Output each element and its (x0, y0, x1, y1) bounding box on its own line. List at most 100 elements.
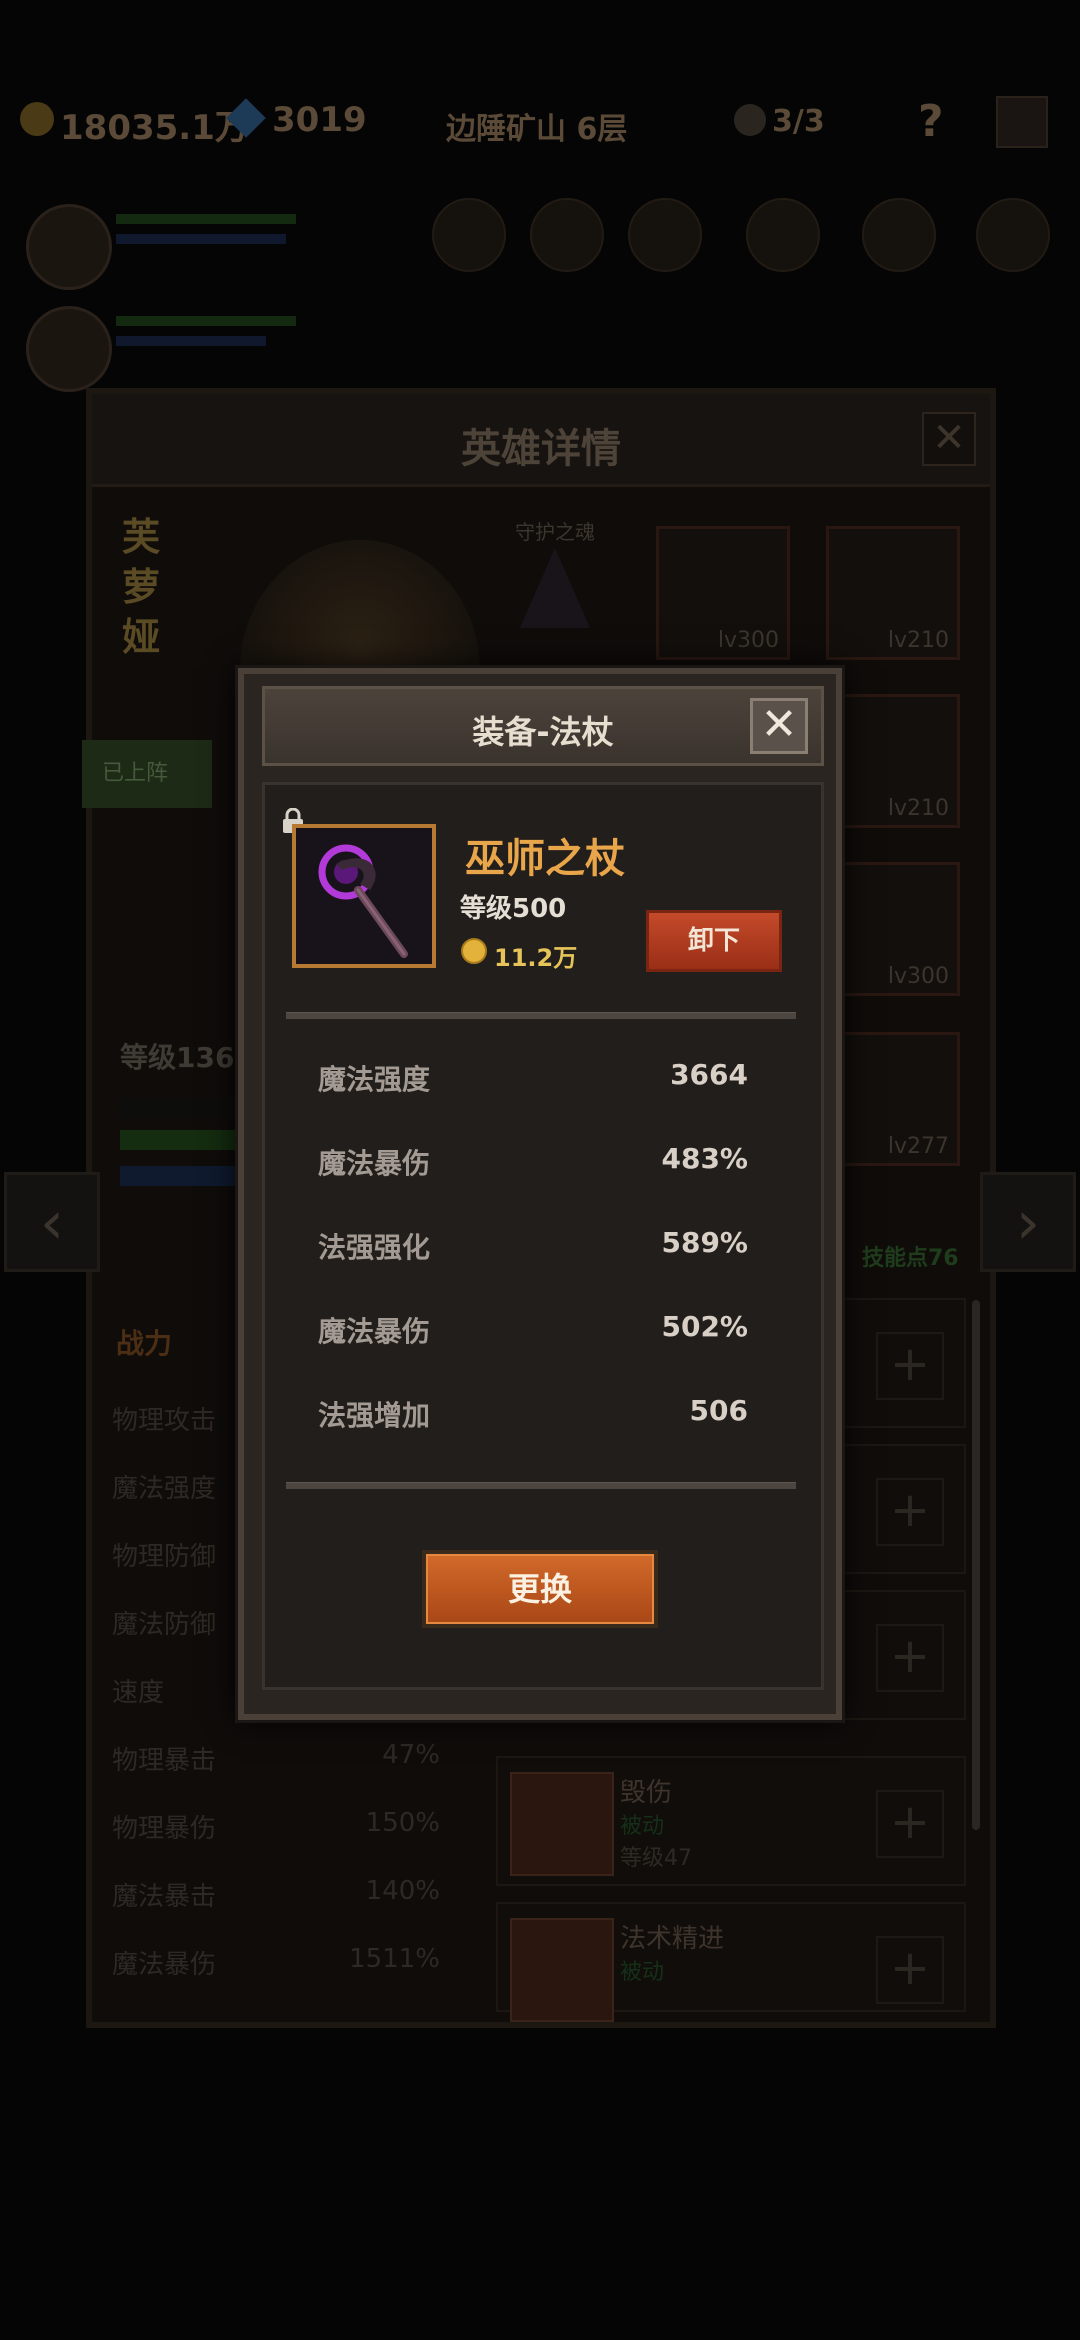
item-name: 巫师之杖 (465, 836, 625, 882)
guard-soul-label: 守护之魂 (515, 520, 595, 544)
stat-name: 物理攻击 (112, 1406, 217, 1436)
skill-orb-icon[interactable] (628, 198, 702, 272)
stat-name: 魔法暴伤 (318, 1147, 431, 1180)
stat-name: 法强强化 (318, 1231, 431, 1264)
modal-title: 装备-法杖 (472, 713, 614, 751)
skills-scrollbar[interactable] (972, 1300, 980, 1830)
hero-name: 芙萝娅 (122, 515, 161, 659)
skill-card: 毁伤 被动 等级47 + (496, 1756, 966, 1886)
stat-value: 3664 (670, 1058, 748, 1091)
help-button[interactable]: ? (918, 96, 944, 147)
stat-name: 物理防御 (112, 1542, 217, 1572)
divider (286, 1012, 796, 1019)
item-level: 等级500 (460, 894, 567, 924)
skill-icon (510, 1772, 614, 1876)
gold-coin-icon (461, 938, 487, 964)
stat-name: 魔法强度 (112, 1474, 217, 1504)
location-label[interactable]: 边陲矿山 6层 (446, 104, 627, 148)
deployed-badge: 已上阵 (82, 740, 212, 808)
hero-bar (120, 1098, 240, 1118)
menu-icon[interactable] (996, 96, 1048, 148)
skill-level: 等级47 (620, 1846, 692, 1871)
modal-header: 装备-法杖 (262, 686, 824, 766)
hero-level: 等级136 (120, 1041, 235, 1074)
party-hero-avatar[interactable] (26, 204, 112, 290)
stat-row: 魔法暴伤 1511% (112, 1944, 440, 1981)
hero-close-button[interactable]: ✕ (922, 412, 976, 466)
skill-points: 技能点76 (862, 1246, 959, 1271)
equip-slot-shield[interactable]: lv277 (826, 1032, 960, 1166)
replace-button[interactable]: 更换 (422, 1550, 658, 1628)
staff-icon (296, 828, 432, 964)
hero-detail-header: 英雄详情 ✕ (92, 394, 990, 487)
divider (286, 1482, 796, 1489)
skill-orb-icon[interactable] (746, 198, 820, 272)
stat-name: 物理暴击 (112, 1746, 217, 1776)
stat-name: 法强增加 (318, 1399, 431, 1432)
stat-row: 魔法暴伤 502% (318, 1310, 748, 1360)
equip-slot-level: lv210 (887, 796, 949, 821)
stat-name: 魔法暴伤 (112, 1950, 217, 1980)
stat-value: 1511% (349, 1944, 440, 1974)
skill-name: 法术精进 (620, 1924, 725, 1954)
equip-slot-armor[interactable]: lv210 (826, 694, 960, 828)
upgrade-skill-button[interactable]: + (876, 1332, 944, 1400)
stat-name: 魔法暴伤 (318, 1315, 431, 1348)
skill-orb-icon[interactable] (862, 198, 936, 272)
party-hp-bar (116, 214, 296, 224)
upgrade-skill-button[interactable]: + (876, 1936, 944, 2004)
stat-row: 法强增加 506 (318, 1394, 748, 1444)
hero-hp-bar (120, 1130, 240, 1150)
stat-value: 47% (382, 1740, 440, 1770)
unequip-button[interactable]: 卸下 (646, 910, 782, 972)
upgrade-skill-button[interactable]: + (876, 1478, 944, 1546)
hero-mp-bar (120, 1166, 240, 1186)
stat-name: 物理暴伤 (112, 1814, 217, 1844)
stat-row: 法强强化 589% (318, 1226, 748, 1276)
gold-coin-icon (20, 102, 54, 136)
upgrade-skill-button[interactable]: + (876, 1790, 944, 1858)
item-slot[interactable] (292, 824, 436, 968)
skill-orb-icon[interactable] (530, 198, 604, 272)
gold-amount: 18035.1万 (60, 108, 249, 148)
party-hero-avatar[interactable] (26, 306, 112, 392)
stat-name: 魔法强度 (318, 1063, 431, 1096)
skill-orb-icon[interactable] (432, 198, 506, 272)
stat-value: 589% (661, 1226, 748, 1259)
gem-amount: 3019 (272, 100, 367, 140)
item-price: 11.2万 (494, 944, 578, 972)
stat-row: 魔法强度 3664 (318, 1058, 748, 1108)
skill-name: 毁伤 (620, 1778, 673, 1808)
stat-row: 魔法暴伤 483% (318, 1142, 748, 1192)
stat-row: 物理防御 (112, 1536, 216, 1573)
party-hp-bar (116, 316, 296, 326)
skill-card: 法术精进 被动 + (496, 1902, 966, 2022)
equip-slot-level: lv300 (887, 964, 949, 989)
stat-name: 速度 (112, 1678, 165, 1708)
next-hero-button[interactable]: › (980, 1172, 1076, 1272)
chevron-left-icon: ‹ (40, 1188, 64, 1258)
stat-row: 魔法暴击 140% (112, 1876, 440, 1913)
stat-name: 魔法防御 (112, 1610, 217, 1640)
skill-orb-icon[interactable] (976, 198, 1050, 272)
stat-value: 483% (661, 1142, 748, 1175)
modal-close-button[interactable]: ✕ (750, 698, 808, 754)
equip-slot-ring[interactable]: lv300 (826, 862, 960, 996)
skull-count: 3/3 (772, 104, 825, 139)
stat-row: 物理攻击 (112, 1400, 216, 1437)
tab-combat-power[interactable]: 战力 (116, 1322, 172, 1362)
skill-type: 被动 (620, 1814, 665, 1839)
skull-icon (734, 104, 766, 136)
equip-slot-helmet[interactable]: lv300 (656, 526, 790, 660)
skill-icon (510, 1918, 614, 2022)
equip-slot-level: lv210 (887, 628, 949, 653)
upgrade-skill-button[interactable]: + (876, 1624, 944, 1692)
stat-value: 502% (661, 1310, 748, 1343)
stat-row: 魔法强度 (112, 1468, 216, 1505)
party-mp-bar (116, 234, 286, 244)
stat-value: 506 (689, 1394, 748, 1427)
equip-slot-amulet[interactable]: lv210 (826, 526, 960, 660)
skill-type: 被动 (620, 1960, 665, 1985)
stat-name: 魔法暴击 (112, 1882, 217, 1912)
previous-hero-button[interactable]: ‹ (4, 1172, 100, 1272)
